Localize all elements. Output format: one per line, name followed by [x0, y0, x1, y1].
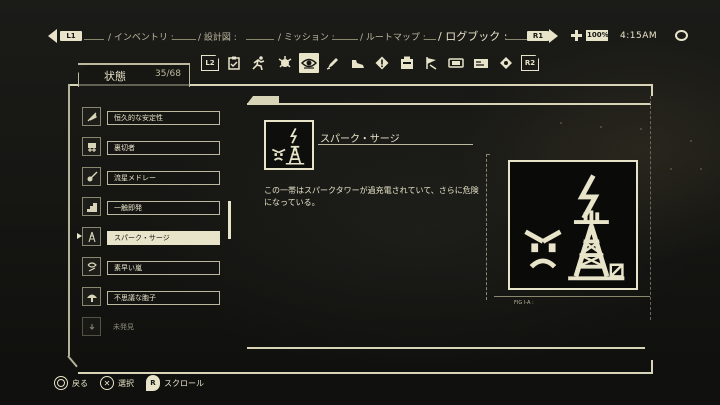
flag-icon[interactable]	[421, 53, 441, 73]
select-hint[interactable]: ✕ 選択	[100, 375, 134, 391]
nav-left-arrow-icon[interactable]	[48, 29, 57, 43]
list-item[interactable]: 流星メドレー	[80, 164, 225, 188]
category-tab-border	[78, 63, 190, 65]
list-item-label: スパーク・サージ	[107, 231, 220, 245]
r1-button[interactable]: R1	[527, 31, 549, 41]
angry-face-spark-tower-icon	[508, 160, 638, 290]
guitar-icon	[82, 167, 101, 186]
cross-button-icon: ✕	[100, 376, 114, 390]
list-item[interactable]: 不思議な胞子	[80, 284, 225, 308]
scroll-hint[interactable]: R スクロール	[146, 375, 204, 391]
l1-button[interactable]: L1	[60, 31, 82, 41]
machine-icon[interactable]	[397, 53, 417, 73]
list-item-label: 素早い嵐	[107, 261, 220, 275]
frame-bottom-border	[78, 372, 653, 374]
spark-tower-icon	[82, 227, 101, 246]
gem-icon[interactable]	[496, 53, 516, 73]
list-item-selected[interactable]: スパーク・サージ	[80, 224, 225, 248]
list-item-label: 一触即発	[107, 201, 220, 215]
category-count: 35/68	[155, 69, 181, 79]
runner-icon[interactable]	[249, 53, 269, 73]
clock: 4:15AM	[620, 31, 658, 41]
list-item-label: 不思議な胞子	[107, 291, 220, 305]
right-stick-icon: R	[146, 375, 160, 391]
detail-title: スパーク・サージ	[320, 134, 400, 145]
list-item-undiscovered[interactable]: 未発見	[80, 314, 225, 338]
list-item-label: 裏切者	[107, 141, 220, 155]
detail-bottom-rule	[247, 347, 645, 349]
trophy-icon[interactable]	[275, 53, 295, 73]
tab-route-map[interactable]: / ルートマップ :	[360, 30, 426, 43]
category-title: 状態	[104, 70, 126, 83]
tape-icon[interactable]	[446, 53, 466, 73]
list-item-label: 恒久的な安定性	[107, 111, 220, 125]
back-label: 戻る	[72, 378, 88, 388]
tab-blueprints[interactable]: / 設計図 :	[198, 30, 237, 43]
list-item[interactable]: 裏切者	[80, 134, 225, 158]
detail-description: この一帯はスパークタワーが過充電されていて、さらに危険になっている。	[264, 186, 479, 207]
figure-frame-tick	[486, 154, 490, 155]
select-label: 選択	[118, 378, 134, 388]
detail-title-underline	[318, 144, 473, 145]
list-item-label: 未発見	[113, 323, 134, 331]
stairs-icon	[82, 197, 101, 216]
r2-button[interactable]: R2	[521, 55, 539, 71]
figure-icon	[82, 137, 101, 156]
frame-left-border	[68, 84, 70, 356]
figure-caption: FIG I-A :	[514, 300, 534, 306]
coin-icon	[675, 30, 688, 41]
map-icon[interactable]	[471, 53, 491, 73]
tab-missions[interactable]: / ミッション :	[278, 30, 335, 43]
eye-icon[interactable]	[299, 53, 319, 73]
list-item[interactable]: 一触即発	[80, 194, 225, 218]
selection-marker-icon	[77, 233, 82, 239]
top-nav-bar: L1 / インベントリ : / 設計図 : / ミッション : / ルートマップ…	[0, 25, 720, 47]
locked-icon	[82, 317, 101, 336]
health-plus-icon	[571, 30, 582, 41]
list-item[interactable]: 恒久的な安定性	[80, 104, 225, 128]
scroll-label: スクロール	[164, 378, 204, 388]
pen-icon[interactable]	[323, 53, 343, 73]
tab-inventory[interactable]: / インベントリ :	[108, 30, 174, 43]
l2-button[interactable]: L2	[201, 55, 219, 71]
circle-button-icon	[54, 376, 68, 390]
list-item[interactable]: 素早い嵐	[80, 254, 225, 278]
battery-indicator: 100%	[586, 30, 609, 41]
figure-right-rule	[650, 96, 651, 320]
clipboard-icon[interactable]	[224, 53, 244, 73]
back-hint[interactable]: 戻る	[54, 375, 88, 391]
nav-right-arrow-icon[interactable]	[549, 29, 558, 43]
frame-right-border	[651, 84, 653, 96]
storm-icon	[82, 257, 101, 276]
list-scrollbar[interactable]	[228, 201, 231, 239]
feather-icon	[82, 107, 101, 126]
tab-logbook[interactable]: / ログブック :	[438, 28, 507, 44]
shoe-icon[interactable]	[348, 53, 368, 73]
figure-bottom-rule	[494, 296, 650, 297]
detail-top-rule	[247, 103, 651, 105]
mushroom-icon	[82, 287, 101, 306]
spark-tower-icon	[264, 120, 314, 170]
list-item-label: 流星メドレー	[107, 171, 220, 185]
warning-sign-icon[interactable]	[372, 53, 392, 73]
